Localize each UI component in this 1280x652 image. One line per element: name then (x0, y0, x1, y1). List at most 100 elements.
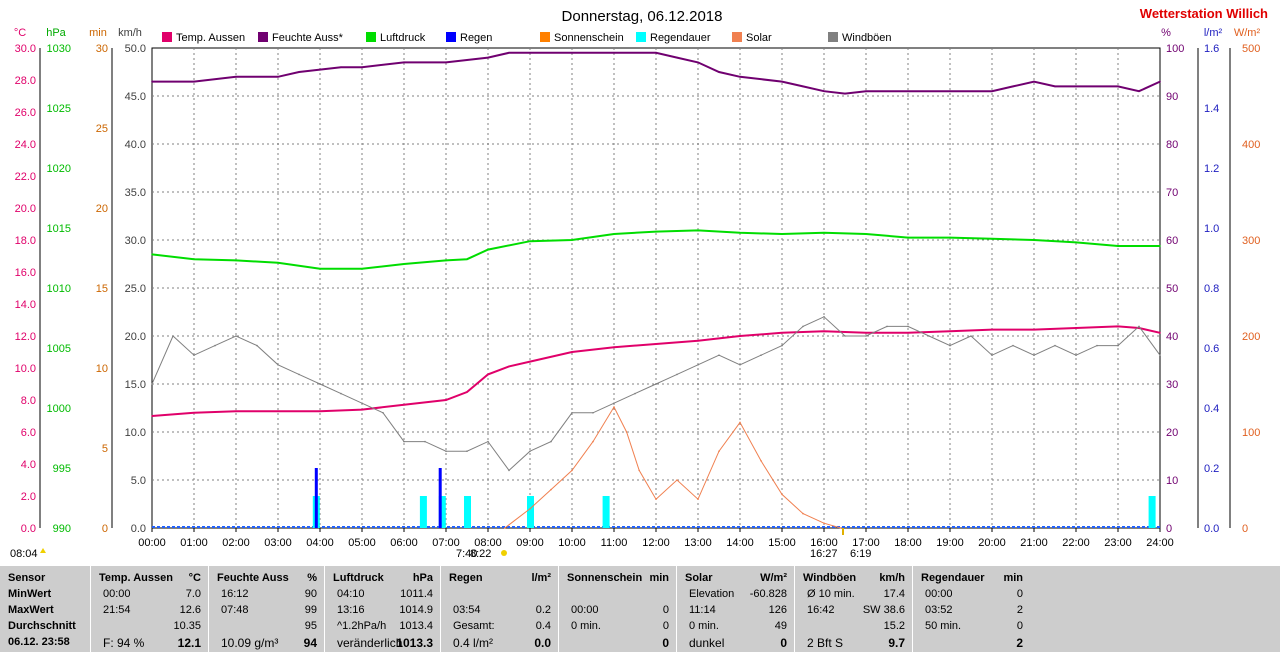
data-point (1117, 344, 1119, 347)
data-point (1117, 85, 1119, 88)
data-point (613, 406, 615, 408)
data-point (739, 76, 741, 78)
pressure-tick-label: 1010 (47, 283, 71, 295)
data-point (151, 253, 153, 256)
data-point (949, 344, 951, 347)
legend-label: Regen (460, 32, 492, 44)
x-tick-label: 18:00 (894, 537, 922, 549)
x-tick-label: 03:00 (264, 537, 292, 549)
data-point (508, 469, 510, 472)
data-point (781, 80, 783, 83)
stat-value: 0.4 (535, 620, 551, 632)
stat-header-sensor: Sensor (8, 572, 46, 584)
data-point (781, 332, 783, 334)
data-point (361, 268, 363, 270)
data-point (1075, 354, 1077, 357)
legend-swatch (446, 32, 456, 42)
data-point (907, 332, 909, 334)
pressure-tick-label: 1005 (47, 343, 71, 355)
data-point (613, 233, 615, 235)
stat-value: 1014.9 (399, 604, 433, 616)
data-point (504, 527, 506, 529)
data-point (235, 335, 237, 337)
data-point (949, 236, 951, 239)
data-point (1159, 332, 1161, 334)
data-point (235, 410, 237, 413)
data-point (1138, 90, 1140, 92)
humidity-tick-label: 10 (1166, 475, 1178, 487)
stat-value: 0 (662, 604, 669, 616)
stats-col-rain_duration: Regendauer min 00:00 0 03:52 2 50 min. 0 2 (912, 566, 1031, 652)
data-point (172, 335, 174, 337)
wind-tick-label: 5.0 (131, 475, 146, 487)
data-point (823, 90, 825, 92)
data-point (151, 80, 153, 83)
rain-duration-bar (527, 496, 534, 528)
stat-header: Luftdruck (333, 572, 384, 584)
data-point (638, 469, 640, 472)
stat-time: 00:00 (925, 588, 953, 600)
data-point (487, 248, 489, 251)
data-point (403, 61, 405, 64)
stat-value: 2 (1016, 604, 1023, 616)
humidity-tick-label: 0 (1166, 523, 1172, 535)
x-tick-label: 06:00 (390, 537, 418, 549)
legend-label: Regendauer (650, 32, 711, 44)
solar-tick-label: 200 (1242, 331, 1260, 343)
temp-tick-label: 4.0 (21, 459, 36, 471)
data-point (655, 52, 657, 54)
wind-tick-label: 45.0 (125, 91, 146, 103)
stat-time: 07:48 (221, 604, 249, 616)
stat-time: 11:14 (689, 604, 716, 616)
stat-value: 90 (304, 588, 317, 600)
legend-swatch (540, 32, 550, 42)
data-point (151, 415, 153, 417)
stat-value: 7.0 (185, 588, 201, 600)
temp-tick-label: 18.0 (15, 235, 36, 247)
data-point (1033, 354, 1035, 357)
station-name: Wetterstation Willich (1140, 6, 1268, 21)
legend-swatch (258, 32, 268, 42)
stats-col-wind: Windböen km/h Ø 10 min. 17.4 16:42 SW 38.6 15.… (794, 566, 913, 652)
data-point (1096, 344, 1098, 347)
x-tick-label: 02:00 (222, 537, 250, 549)
first-rain-label: 7:40 (456, 548, 477, 560)
data-point (613, 402, 615, 405)
data-point (193, 354, 195, 357)
stat-header: Solar (685, 572, 713, 584)
data-point (445, 399, 447, 401)
data-point (802, 85, 804, 88)
sunshine-tick-label: 0 (102, 523, 108, 535)
data-point (592, 440, 594, 443)
axis-unit-label: min (89, 27, 107, 39)
axis-unit-label: % (1161, 27, 1171, 39)
data-point (865, 335, 867, 337)
rain-tick-label: 1.6 (1204, 43, 1219, 55)
data-point (550, 488, 552, 491)
temp-tick-label: 0.0 (21, 523, 36, 535)
stat-time: 00:00 (103, 588, 131, 600)
humidity-tick-label: 100 (1166, 43, 1184, 55)
stat-time: ^1.2hPa/h (337, 620, 387, 632)
humidity-tick-label: 50 (1166, 283, 1178, 295)
data-point (214, 344, 216, 347)
data-point (592, 412, 594, 414)
data-point (361, 402, 363, 405)
data-point (949, 330, 951, 333)
data-point (487, 373, 489, 376)
solar-tick-label: 400 (1242, 139, 1260, 151)
stat-time: 00:00 (571, 604, 599, 616)
data-point (193, 258, 195, 261)
stat-header: Regendauer (921, 572, 985, 584)
stat-value: 10.35 (173, 620, 201, 632)
legend-swatch (636, 32, 646, 42)
data-point (739, 364, 741, 366)
stat-value: 1013.3 (396, 636, 433, 650)
x-tick-label: 12:00 (642, 537, 670, 549)
stat-unit: km/h (879, 572, 905, 584)
data-point (823, 522, 825, 524)
data-point (865, 90, 867, 92)
data-point (625, 431, 628, 433)
stat-header: Regen (449, 572, 483, 584)
pressure-tick-label: 1020 (47, 163, 71, 175)
